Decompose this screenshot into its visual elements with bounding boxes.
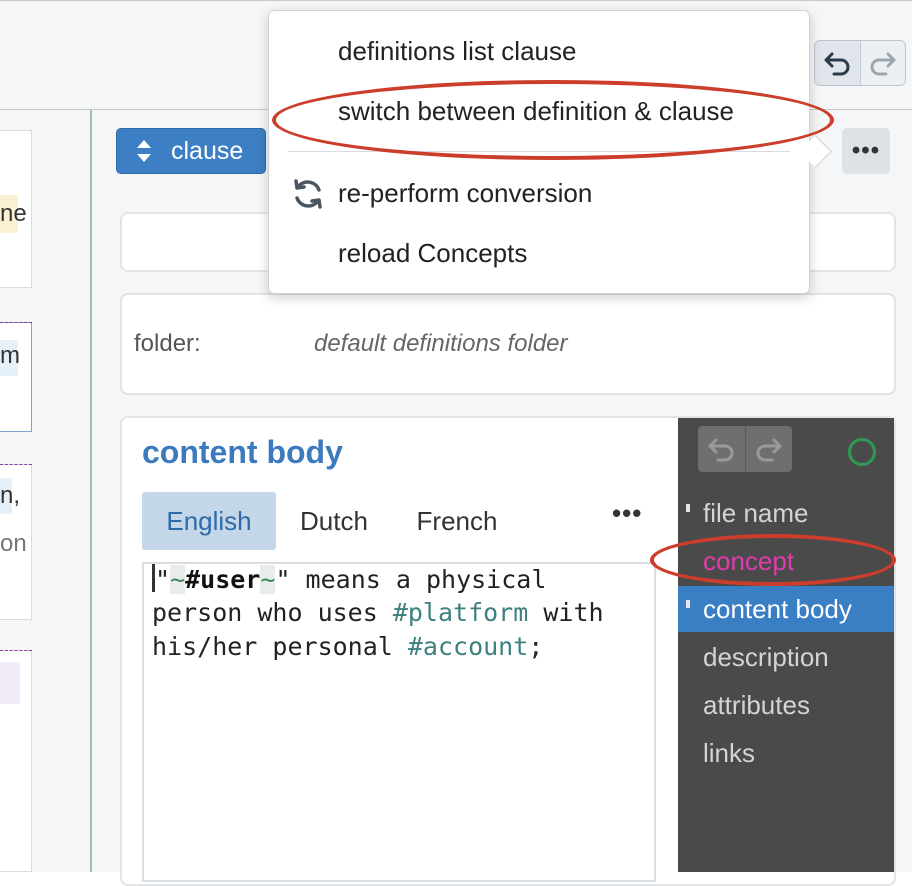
clause-label: clause — [171, 136, 244, 165]
left-fragment: ne — [0, 200, 27, 227]
tilde-marker: ~ — [260, 565, 276, 594]
quote: " — [155, 565, 171, 594]
redo-icon — [870, 52, 896, 76]
editor-line-3: his/her personal #account; — [152, 632, 543, 661]
left-fragment: n, — [0, 482, 21, 509]
concept-reference[interactable]: #account — [408, 632, 528, 661]
line-text: " means a physical — [275, 565, 547, 594]
undo-icon — [708, 438, 734, 462]
outline-item-file-name[interactable]: file name — [678, 490, 894, 536]
folder-label: folder: — [134, 330, 201, 357]
concept-reference[interactable]: #platform — [393, 598, 528, 627]
editor-line-1: "~#user~" means a physical — [152, 564, 546, 594]
clause-toggle-button[interactable]: clause — [116, 128, 266, 174]
outline-item-label: file name — [703, 497, 809, 528]
outline-item-label: links — [703, 737, 756, 768]
up-down-caret-icon — [137, 140, 151, 162]
left-dashed-line — [0, 650, 32, 651]
menu-item-reload-concepts[interactable]: reload Concepts — [338, 238, 527, 269]
folder-value[interactable]: default definitions folder — [314, 330, 568, 358]
defined-term: #user — [185, 565, 261, 594]
line-text: with — [528, 598, 604, 627]
line-text: person who uses — [152, 598, 393, 627]
bullet-icon — [686, 600, 690, 608]
outline-item-attributes[interactable]: attributes — [678, 682, 894, 728]
undo-icon — [824, 52, 850, 76]
menu-item-reperform-conversion[interactable]: re-perform conversion — [338, 178, 592, 209]
line-text: ; — [528, 632, 544, 661]
undo-redo-group — [814, 40, 906, 86]
refresh-icon — [294, 179, 322, 209]
annotation-ellipse-menu — [272, 80, 834, 160]
menu-item-definitions-list-clause[interactable]: definitions list clause — [338, 36, 576, 67]
outline-redo-button[interactable] — [744, 426, 792, 472]
redo-button[interactable] — [859, 41, 905, 85]
undo-button[interactable] — [815, 41, 860, 85]
content-body-title: content body — [142, 434, 343, 470]
outline-item-label: attributes — [703, 689, 810, 720]
outline-item-truncated: ... — [703, 792, 725, 810]
outline-item-content-body[interactable]: content body — [678, 586, 894, 632]
left-card-2[interactable] — [0, 322, 32, 432]
tilde-marker: ~ — [170, 565, 186, 594]
editor-line-2: person who uses #platform with — [152, 598, 604, 627]
redo-icon — [756, 438, 782, 462]
left-highlight-4 — [0, 662, 20, 704]
left-dashed-line — [0, 464, 32, 465]
status-ring-icon — [848, 438, 876, 466]
more-options-button[interactable]: ••• — [842, 128, 890, 174]
outline-item-description[interactable]: description — [678, 634, 894, 680]
tab-french[interactable]: French — [396, 492, 518, 550]
outline-item-label: description — [703, 641, 829, 672]
left-dashed-line — [0, 322, 32, 323]
tab-dutch[interactable]: Dutch — [282, 492, 386, 550]
line-text: his/her personal — [152, 632, 408, 661]
outline-undo-redo — [698, 426, 792, 472]
bullet-icon — [686, 504, 690, 512]
left-fragment: on — [0, 530, 27, 557]
outline-item-links[interactable]: links — [678, 730, 894, 776]
left-fragment: m — [0, 342, 20, 369]
language-more-button[interactable]: ••• — [612, 498, 642, 529]
annotation-ellipse-concept — [650, 534, 896, 586]
outline-undo-button[interactable] — [698, 426, 745, 472]
tab-english[interactable]: English — [142, 492, 276, 550]
outline-item-label: content body — [703, 593, 852, 624]
